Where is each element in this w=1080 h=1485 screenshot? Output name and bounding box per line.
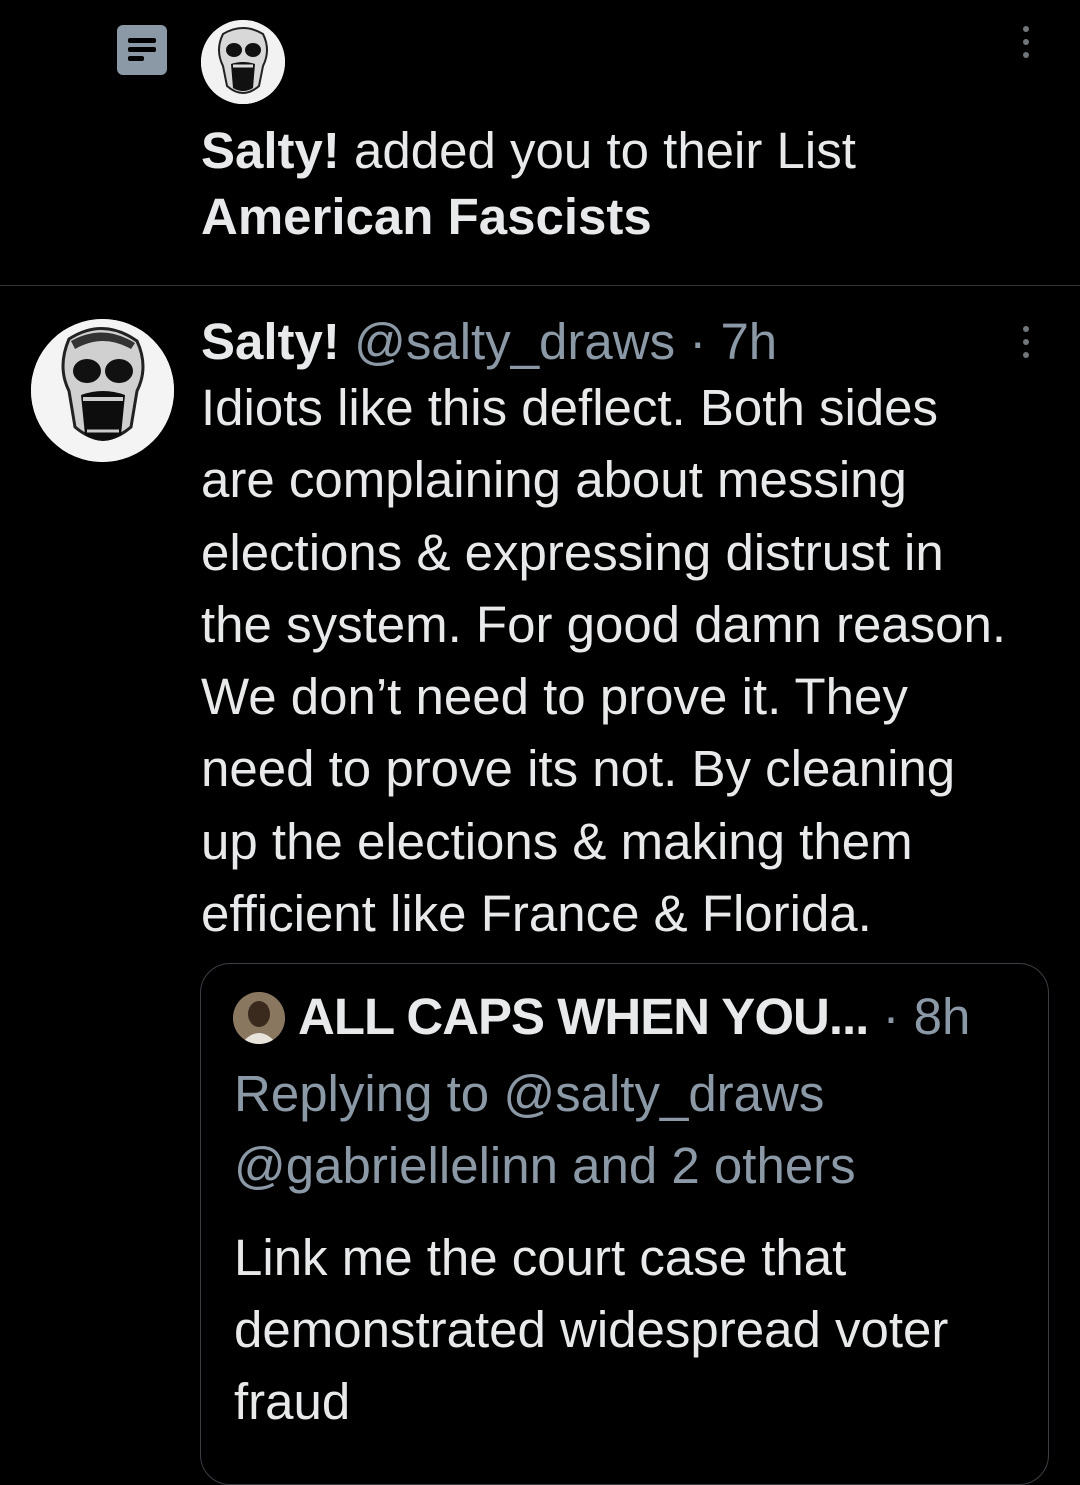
header-separator: · [675, 313, 721, 370]
quoted-timestamp: 8h [913, 988, 971, 1045]
skull-avatar[interactable] [201, 20, 285, 104]
notification-action: added you to their List [339, 122, 856, 179]
author-name[interactable]: Salty! [201, 313, 340, 370]
quoted-tweet-header: ALL CAPS WHEN YOU... · 8h [298, 984, 970, 1050]
notification-text: Salty! added you to their List American … [201, 118, 1021, 250]
quoted-author-name: ALL CAPS WHEN YOU... [298, 988, 869, 1045]
notification-actor[interactable]: Salty! [201, 122, 340, 179]
quoted-author-avatar [233, 992, 285, 1044]
tweet-more-options-icon[interactable] [1016, 326, 1036, 358]
quoted-tweet[interactable]: ALL CAPS WHEN YOU... · 8h Replying to @s… [200, 963, 1049, 1485]
tweet-timestamp[interactable]: 7h [720, 313, 777, 370]
quoted-tweet-text: Link me the court case that demonstrated… [234, 1229, 949, 1430]
list-added-notification[interactable]: Salty! added you to their List American … [0, 0, 1080, 286]
author-avatar[interactable] [31, 319, 174, 462]
list-icon [117, 25, 167, 75]
list-name[interactable]: American Fascists [201, 188, 652, 245]
author-handle[interactable]: @salty_draws [354, 313, 675, 370]
replying-to: Replying to @salty_draws @gabriellelinn … [234, 1065, 856, 1194]
tweet-header: Salty! @salty_draws · 7h [201, 306, 777, 378]
tweet-text: Idiots like this deflect. Both sides are… [201, 379, 1007, 943]
more-options-icon[interactable] [1016, 26, 1036, 58]
quoted-separator: · [868, 988, 914, 1045]
